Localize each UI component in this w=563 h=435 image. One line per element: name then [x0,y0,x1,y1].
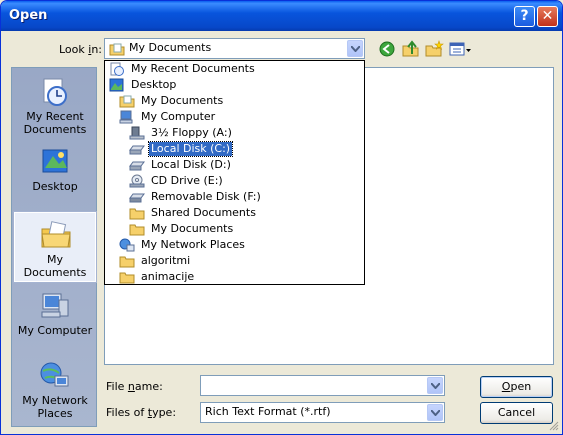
dropdown-item-label: algoritmi [141,254,191,267]
files-of-type-label: Files of type: [106,406,176,419]
hard-disk-icon [129,161,145,171]
dropdown-item-label: Removable Disk (F:) [151,190,261,203]
place-desktop[interactable]: Desktop [14,140,96,210]
desktop-icon [42,149,68,173]
look-in-value: My Documents [129,41,212,54]
new-folder-icon[interactable] [424,40,444,58]
dropdown-item-label: My Computer [141,110,216,123]
dropdown-item-label: My Network Places [141,238,245,251]
dropdown-item-label: CD Drive (E:) [151,174,223,187]
folder-icon [129,224,145,236]
place-my-recent-documents[interactable]: My Recent Documents [14,70,96,140]
dialog-title: Open [9,8,48,23]
my-documents-folder-icon [109,43,125,56]
help-button[interactable]: ? [514,6,535,27]
look-in-label-suffix: n: [91,43,103,56]
dropdown-item-label: My Documents [141,94,224,107]
network-places-icon [119,238,135,252]
place-my-network-places[interactable]: My Network Places [14,354,96,424]
back-icon[interactable] [377,40,397,58]
cd-drive-icon [129,174,145,188]
my-computer-icon [41,293,69,318]
place-label: My Documents [23,253,87,279]
dropdown-item-label: 3½ Floppy (A:) [151,126,232,139]
files-of-type-label-suffix: ype: [152,406,177,419]
hard-disk-icon [129,145,145,155]
up-folder-icon[interactable] [401,40,421,58]
floppy-icon [129,126,145,140]
open-button[interactable]: Open [480,376,553,398]
place-label: My Computer [17,324,93,337]
file-name-label-suffix: ame: [134,380,163,393]
place-my-computer[interactable]: My Computer [14,284,96,354]
files-of-type-label-prefix: Files of [106,406,148,419]
place-label: My Recent Documents [23,110,87,136]
file-name-dropdown-button[interactable] [427,377,443,394]
file-name-label-prefix: File [106,380,128,393]
my-documents-icon [41,221,71,248]
dropdown-item-label: Local Disk (C:) [147,141,234,157]
close-button[interactable]: ✕ [537,6,558,27]
files-of-type-combo[interactable]: Rich Text Format (*.rtf) [200,402,445,423]
place-label: My Network Places [22,394,88,420]
folder-icon [119,95,135,108]
folder-icon [119,256,135,268]
network-places-icon [40,362,69,387]
place-my-documents[interactable]: My Documents [13,211,97,283]
look-in-dropdown-button[interactable] [347,40,363,57]
folder-icon [119,272,135,284]
places-bar: My Recent Documents Desktop My Documents [11,67,97,427]
chevron-down-icon [431,383,440,389]
cancel-button[interactable]: Cancel [480,402,553,424]
look-in-dropdown-list[interactable]: My Recent Documents Desktop My Documents… [104,60,365,285]
folder-icon [129,208,145,220]
chevron-down-icon [431,410,440,416]
look-in-label-prefix: Look [59,43,89,56]
recent-documents-icon [110,62,124,76]
dropdown-item-label: My Recent Documents [131,62,255,75]
place-label: Desktop [32,180,78,193]
file-name-label: File name: [106,380,163,393]
computer-icon [119,110,133,124]
dropdown-item-label: Desktop [131,78,177,91]
views-menu-icon[interactable] [449,40,473,58]
look-in-label: Look in: [59,43,102,56]
recent-documents-icon [43,78,67,106]
dropdown-item-label: Local Disk (D:) [151,158,231,171]
dropdown-item-label: Shared Documents [151,206,256,219]
dropdown-item-label: My Documents [151,222,234,235]
file-name-label-accel: n [127,380,135,393]
open-dialog: Open ? ✕ Look in: My Documents My Recent… [0,0,563,435]
files-of-type-value: Rich Text Format (*.rtf) [205,405,331,418]
removable-disk-icon [129,193,145,203]
files-of-type-dropdown-button[interactable] [427,404,443,421]
file-name-combo[interactable] [200,375,445,396]
dropdown-item-label: animacije [141,270,195,283]
chevron-down-icon [351,46,360,52]
open-button-label: pen [510,380,532,393]
title-bar[interactable]: Open ? ✕ [1,1,562,31]
look-in-combo[interactable]: My Documents [104,38,365,59]
desktop-icon [109,78,124,92]
resize-grip-icon[interactable] [549,421,559,431]
